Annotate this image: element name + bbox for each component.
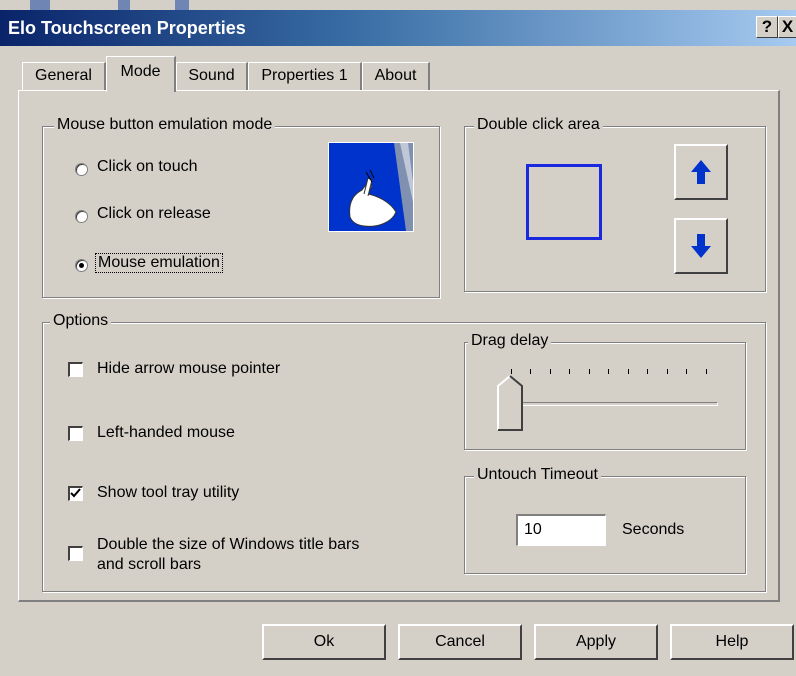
slider-tick <box>530 369 531 374</box>
help-caption-button[interactable]: ? <box>756 16 778 38</box>
double-size-label-line1[interactable]: Double the size of Windows title bars <box>97 536 359 554</box>
hide-pointer-checkbox[interactable] <box>68 362 83 377</box>
radio-click-on-release-label[interactable]: Click on release <box>97 205 211 223</box>
radio-click-on-touch-label[interactable]: Click on touch <box>97 158 198 176</box>
strip-decoration <box>175 0 189 10</box>
help-button[interactable]: Help <box>670 624 794 660</box>
drag-delay-title: Drag delay <box>468 332 552 350</box>
strip-decoration <box>30 0 50 10</box>
ok-button[interactable]: Ok <box>262 624 386 660</box>
arrow-down-icon <box>691 234 711 258</box>
slider-tick <box>647 369 648 374</box>
increase-area-button[interactable] <box>674 144 728 200</box>
touch-hand-icon <box>328 142 414 232</box>
window-title: Elo Touchscreen Properties <box>8 18 246 38</box>
double-click-area-title: Double click area <box>474 116 603 134</box>
arrow-up-icon <box>691 160 711 184</box>
slider-tick <box>628 369 629 374</box>
slider-tick <box>667 369 668 374</box>
slider-tick <box>608 369 609 374</box>
slider-tick <box>706 369 707 374</box>
strip-decoration <box>118 0 130 10</box>
slider-thumb[interactable] <box>496 374 524 432</box>
hide-pointer-label[interactable]: Hide arrow mouse pointer <box>97 360 280 378</box>
radio-mouse-emulation-label[interactable]: Mouse emulation <box>95 253 223 273</box>
options-title: Options <box>50 312 112 330</box>
double-size-label-line2[interactable]: and scroll bars <box>97 556 201 574</box>
desktop-strip <box>0 0 796 10</box>
tab-properties-1[interactable]: Properties 1 <box>248 62 362 90</box>
close-caption-button[interactable]: X <box>778 16 796 38</box>
double-click-area-preview <box>526 164 602 240</box>
slider-tick <box>550 369 551 374</box>
slider-tick <box>589 369 590 374</box>
tab-general[interactable]: General <box>22 62 106 90</box>
radio-mouse-emulation[interactable] <box>75 259 88 272</box>
slider-track[interactable] <box>500 402 718 406</box>
left-handed-checkbox[interactable] <box>68 426 83 441</box>
slider-tick <box>569 369 570 374</box>
untouch-timeout-unit: Seconds <box>622 521 685 538</box>
checkmark-icon <box>70 488 81 498</box>
cancel-button[interactable]: Cancel <box>398 624 522 660</box>
left-handed-label[interactable]: Left-handed mouse <box>97 424 235 442</box>
tab-about[interactable]: About <box>362 62 430 90</box>
show-tool-tray-label[interactable]: Show tool tray utility <box>97 484 239 502</box>
untouch-timeout-input[interactable]: 10 <box>516 514 606 546</box>
mouse-emulation-title: Mouse button emulation mode <box>54 116 276 134</box>
tab-sound[interactable]: Sound <box>176 62 248 90</box>
show-tool-tray-checkbox[interactable] <box>68 486 83 501</box>
radio-click-on-release[interactable] <box>75 210 88 223</box>
decrease-area-button[interactable] <box>674 218 728 274</box>
double-size-checkbox[interactable] <box>68 546 83 561</box>
slider-tick <box>686 369 687 374</box>
radio-selected-dot <box>79 263 84 268</box>
radio-click-on-touch[interactable] <box>75 163 88 176</box>
apply-button[interactable]: Apply <box>534 624 658 660</box>
untouch-timeout-title: Untouch Timeout <box>474 466 601 484</box>
tab-mode[interactable]: Mode <box>106 56 176 92</box>
